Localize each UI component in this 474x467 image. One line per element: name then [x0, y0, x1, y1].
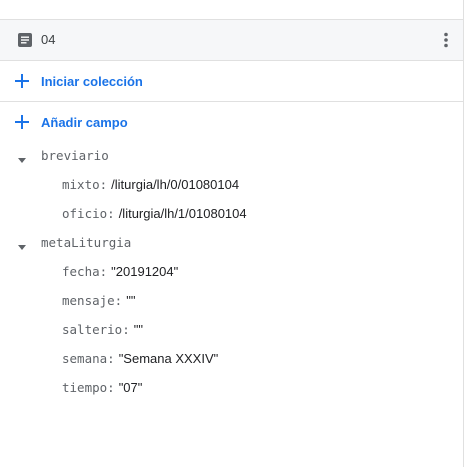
- plus-icon: [13, 113, 31, 131]
- field-value: "": [126, 293, 136, 308]
- field-row-mixto[interactable]: mixto:/liturgia/lh/0/01080104: [62, 176, 239, 194]
- field-row-salterio[interactable]: salterio: "": [62, 321, 143, 339]
- collapse-caret-icon[interactable]: [17, 239, 27, 250]
- field-row-mensaje[interactable]: mensaje: "": [62, 292, 135, 310]
- add-field-label: Añadir campo: [41, 114, 128, 130]
- field-value: "Semana XXXIV": [118, 351, 219, 366]
- field-value: "20191204": [111, 264, 179, 279]
- field-row-fecha[interactable]: fecha: "20191204": [62, 263, 178, 281]
- field-value: "07": [118, 380, 143, 395]
- document-id: 04: [41, 32, 56, 47]
- field-key: semana:: [62, 351, 115, 366]
- document-header: 04: [0, 20, 463, 61]
- field-key: salterio:: [62, 322, 130, 337]
- document-panel: 04 Iniciar colección Añadir campo brevia…: [0, 0, 464, 467]
- top-divider-strip: [0, 0, 463, 20]
- collapse-caret-icon[interactable]: [17, 152, 27, 163]
- plus-icon: [13, 72, 31, 90]
- field-key: tiempo:: [62, 380, 115, 395]
- map-field-metaliturgia[interactable]: metaLiturgia: [41, 234, 131, 252]
- field-key: mensaje:: [62, 293, 123, 308]
- start-collection-label: Iniciar colección: [41, 73, 143, 89]
- map-field-breviario[interactable]: breviario: [41, 147, 109, 165]
- document-icon: [17, 32, 33, 48]
- field-key: mixto:: [62, 177, 108, 192]
- field-key: breviario: [41, 148, 109, 163]
- more-vert-icon[interactable]: [436, 30, 456, 50]
- field-key: fecha:: [62, 264, 108, 279]
- field-row-oficio[interactable]: oficio:/liturgia/lh/1/01080104: [62, 205, 247, 223]
- field-value: /liturgia/lh/1/01080104: [118, 206, 247, 221]
- add-field-button[interactable]: Añadir campo: [0, 102, 463, 142]
- field-row-semana[interactable]: semana: "Semana XXXIV": [62, 350, 218, 368]
- field-row-tiempo[interactable]: tiempo: "07": [62, 379, 142, 397]
- start-collection-button[interactable]: Iniciar colección: [0, 61, 463, 102]
- field-key: oficio:: [62, 206, 115, 221]
- field-value: "": [133, 322, 143, 337]
- field-value: /liturgia/lh/0/01080104: [111, 177, 240, 192]
- field-key: metaLiturgia: [41, 235, 132, 250]
